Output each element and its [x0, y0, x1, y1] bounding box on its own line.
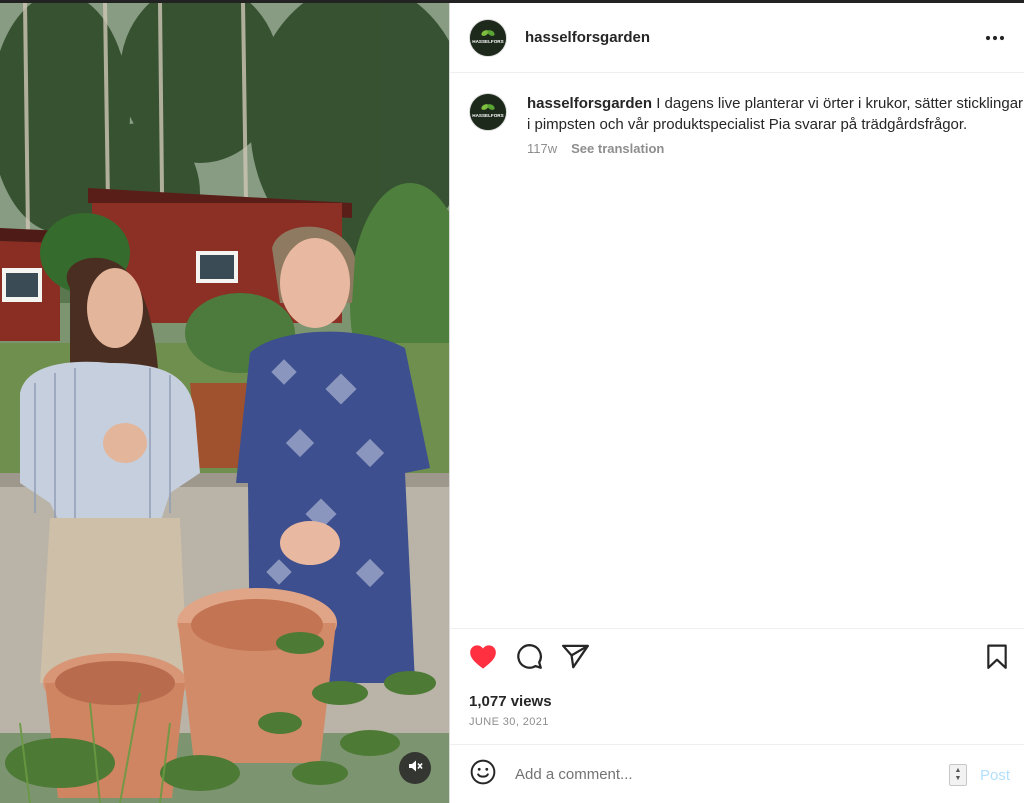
comment-input[interactable]: [515, 763, 935, 785]
profile-avatar[interactable]: HASSELFORS: [469, 18, 507, 57]
svg-text:HASSELFORS: HASSELFORS: [472, 113, 503, 118]
spinner-up-icon: ▲: [954, 767, 962, 774]
caption-body: hasselforsgarden I dagens live planterar…: [527, 93, 1024, 156]
emoji-smile-icon: [470, 759, 496, 790]
like-button[interactable]: [469, 644, 497, 675]
video-frame-image: [0, 3, 449, 803]
post-author-username[interactable]: hasselforsgarden: [525, 29, 650, 46]
comment-button[interactable]: [515, 643, 543, 675]
heart-filled-icon: [469, 644, 497, 675]
post-side-panel: HASSELFORS hasselforsgarden HASSELFORS h…: [449, 3, 1024, 803]
post-date[interactable]: JUNE 30, 2021: [469, 716, 549, 728]
svg-text:HASSELFORS: HASSELFORS: [472, 39, 503, 44]
see-translation-link[interactable]: See translation: [571, 141, 664, 156]
view-count[interactable]: 1,077 views: [469, 693, 552, 710]
spinner-down-icon: ▼: [954, 775, 962, 782]
post-comment-button[interactable]: Post: [980, 767, 1010, 784]
caption-text: hasselforsgarden I dagens live planterar…: [527, 93, 1024, 135]
caption-comment: HASSELFORS hasselforsgarden I dagens liv…: [469, 93, 1024, 156]
post-video[interactable]: [0, 3, 449, 803]
emoji-button[interactable]: [469, 759, 497, 790]
caption-meta: 117w See translation: [527, 141, 1024, 156]
caption-area: HASSELFORS hasselforsgarden I dagens liv…: [450, 74, 1024, 627]
caption-avatar[interactable]: HASSELFORS: [469, 93, 507, 131]
caption-username[interactable]: hasselforsgarden: [527, 95, 652, 112]
comment-bubble-icon: [516, 643, 543, 675]
bookmark-icon: [986, 644, 1008, 675]
mute-toggle-button[interactable]: [399, 752, 431, 784]
hasselfors-logo: HASSELFORS: [470, 94, 506, 130]
paper-plane-icon: [561, 644, 589, 674]
post-age[interactable]: 117w: [527, 141, 557, 156]
action-bar: [450, 628, 1024, 688]
share-button[interactable]: [561, 644, 589, 674]
hasselfors-logo: HASSELFORS: [470, 19, 506, 56]
more-horizontal-icon: [985, 28, 1005, 46]
speaker-muted-icon: [407, 758, 423, 779]
instagram-post: HASSELFORS hasselforsgarden HASSELFORS h…: [0, 0, 1024, 803]
textarea-resize-spinner[interactable]: ▲ ▼: [949, 764, 967, 786]
post-header: HASSELFORS hasselforsgarden: [450, 3, 1024, 73]
comment-bar: ▲ ▼ Post: [450, 744, 1024, 803]
more-options-button[interactable]: [983, 27, 1007, 47]
save-button[interactable]: [983, 644, 1011, 675]
